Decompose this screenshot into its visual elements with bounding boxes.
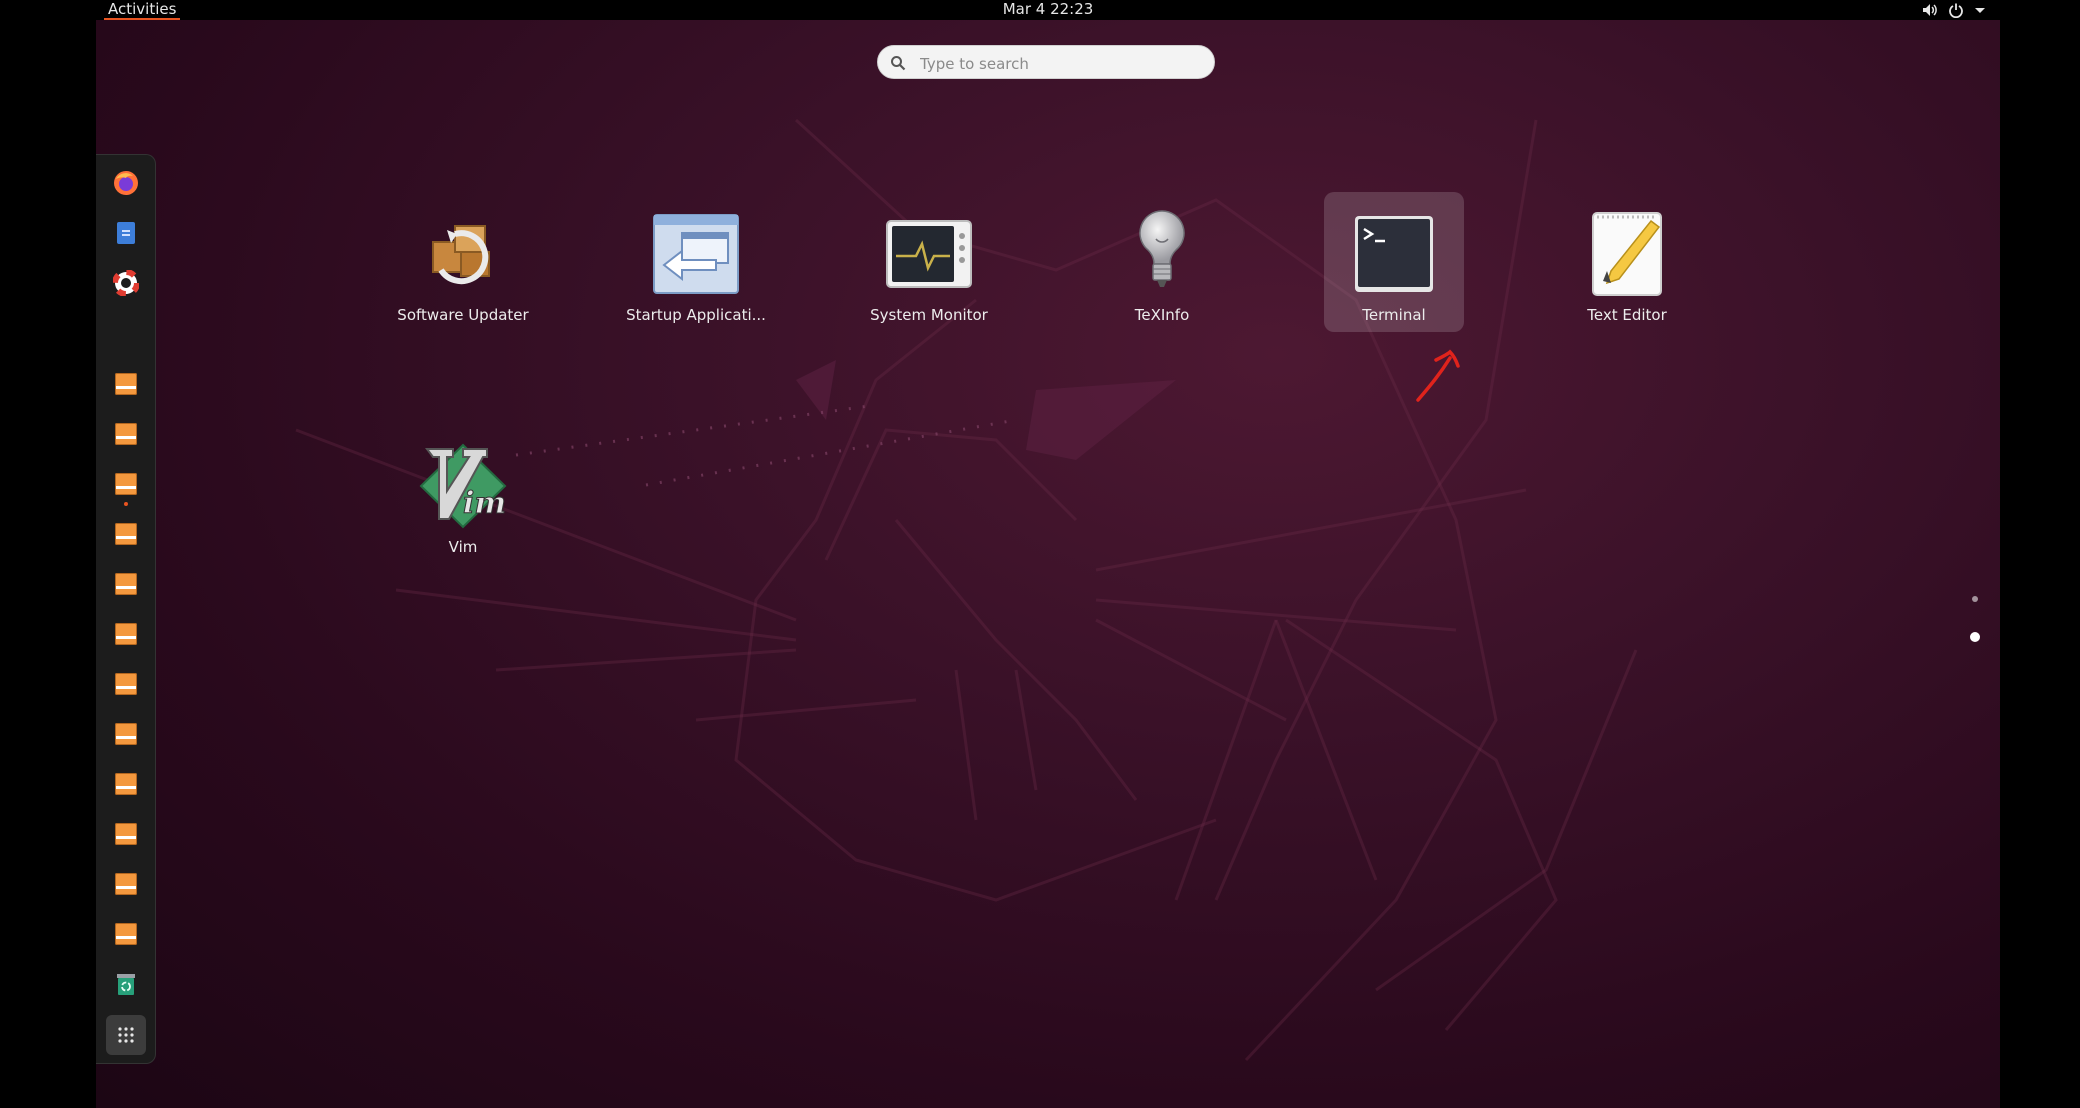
- disk-drive-icon: [115, 673, 137, 695]
- disk-drive-icon: [115, 773, 137, 795]
- power-icon[interactable]: [1948, 2, 1964, 18]
- startup-applications-icon: [650, 208, 742, 300]
- dash-item-disk-10[interactable]: [106, 814, 146, 854]
- search-icon: [891, 56, 906, 71]
- volume-icon[interactable]: [1922, 2, 1938, 18]
- dash-item-disk-9[interactable]: [106, 764, 146, 804]
- dash-item-trash[interactable]: [106, 964, 146, 1004]
- show-applications-button[interactable]: [106, 1015, 146, 1055]
- terminal-icon: [1348, 208, 1440, 300]
- dash-item-help[interactable]: [106, 263, 146, 303]
- search-input[interactable]: [918, 51, 1202, 77]
- app-startup-applications[interactable]: Startup Applicati...: [626, 192, 766, 332]
- disk-drive-icon: [115, 423, 137, 445]
- disk-drive-icon: [115, 823, 137, 845]
- dash-item-firefox[interactable]: [106, 163, 146, 203]
- help-icon: [113, 270, 139, 296]
- system-monitor-icon: [883, 208, 975, 300]
- wallpaper: [295, 118, 1638, 1062]
- menu-arrow-icon[interactable]: [1974, 2, 1986, 18]
- dash-item-disk-6[interactable]: [106, 614, 146, 654]
- disk-drive-icon: [115, 923, 137, 945]
- disk-drive-icon: [115, 723, 137, 745]
- dash-item-disk-11[interactable]: [106, 864, 146, 904]
- disk-drive-icon: [115, 473, 137, 495]
- app-terminal[interactable]: Terminal: [1324, 192, 1464, 332]
- vim-icon: im: [417, 440, 509, 532]
- dash-item-disk-5[interactable]: [106, 564, 146, 604]
- app-label: Vim: [448, 538, 478, 556]
- desktop-screen: Activities Mar 4 22:23 Type to search So…: [96, 0, 2000, 1108]
- app-label: Terminal: [1362, 306, 1426, 324]
- dash-item-disk-7[interactable]: [106, 664, 146, 704]
- app-label: Software Updater: [397, 306, 529, 324]
- files-icon: [117, 222, 135, 244]
- app-software-updater[interactable]: Software Updater: [393, 192, 533, 332]
- app-label: TeXInfo: [1134, 306, 1190, 324]
- dash-item-disk-12[interactable]: [106, 914, 146, 954]
- page-dot-1[interactable]: [1972, 596, 1978, 602]
- app-texinfo[interactable]: TeXInfo: [1092, 192, 1232, 332]
- disk-drive-icon: [115, 873, 137, 895]
- svg-text:im: im: [463, 486, 506, 521]
- disk-drive-icon: [115, 523, 137, 545]
- trash-icon: [117, 974, 135, 995]
- clock[interactable]: Mar 4 22:23: [96, 0, 2000, 18]
- dash-item-disk-4[interactable]: [106, 514, 146, 554]
- dash-item-files[interactable]: [106, 213, 146, 253]
- annotation-arrow-icon: [1416, 349, 1460, 402]
- app-label: Text Editor: [1587, 306, 1667, 324]
- app-vim[interactable]: im Vim: [393, 424, 533, 564]
- text-editor-icon: [1581, 208, 1673, 300]
- dash-item-disk-3[interactable]: [106, 464, 146, 504]
- dash-item-disk-2[interactable]: [106, 414, 146, 454]
- disk-drive-icon: [115, 623, 137, 645]
- show-applications-icon: [118, 1027, 134, 1043]
- top-bar: Activities Mar 4 22:23: [96, 0, 2000, 20]
- dash: [96, 154, 156, 1064]
- disk-drive-icon: [115, 573, 137, 595]
- search-box[interactable]: [877, 45, 1215, 79]
- disk-drive-icon: [115, 373, 137, 395]
- page-dot-2[interactable]: [1970, 632, 1980, 642]
- app-label: System Monitor: [870, 306, 988, 324]
- texinfo-icon: [1116, 208, 1208, 300]
- app-label: Startup Applicati...: [626, 306, 766, 324]
- dash-item-disk-1[interactable]: [106, 364, 146, 404]
- app-system-monitor[interactable]: System Monitor: [859, 192, 999, 332]
- system-tray[interactable]: [1922, 1, 1986, 19]
- software-updater-icon: [417, 208, 509, 300]
- dash-item-disk-8[interactable]: [106, 714, 146, 754]
- app-text-editor[interactable]: Text Editor: [1557, 192, 1697, 332]
- firefox-icon: [114, 171, 138, 195]
